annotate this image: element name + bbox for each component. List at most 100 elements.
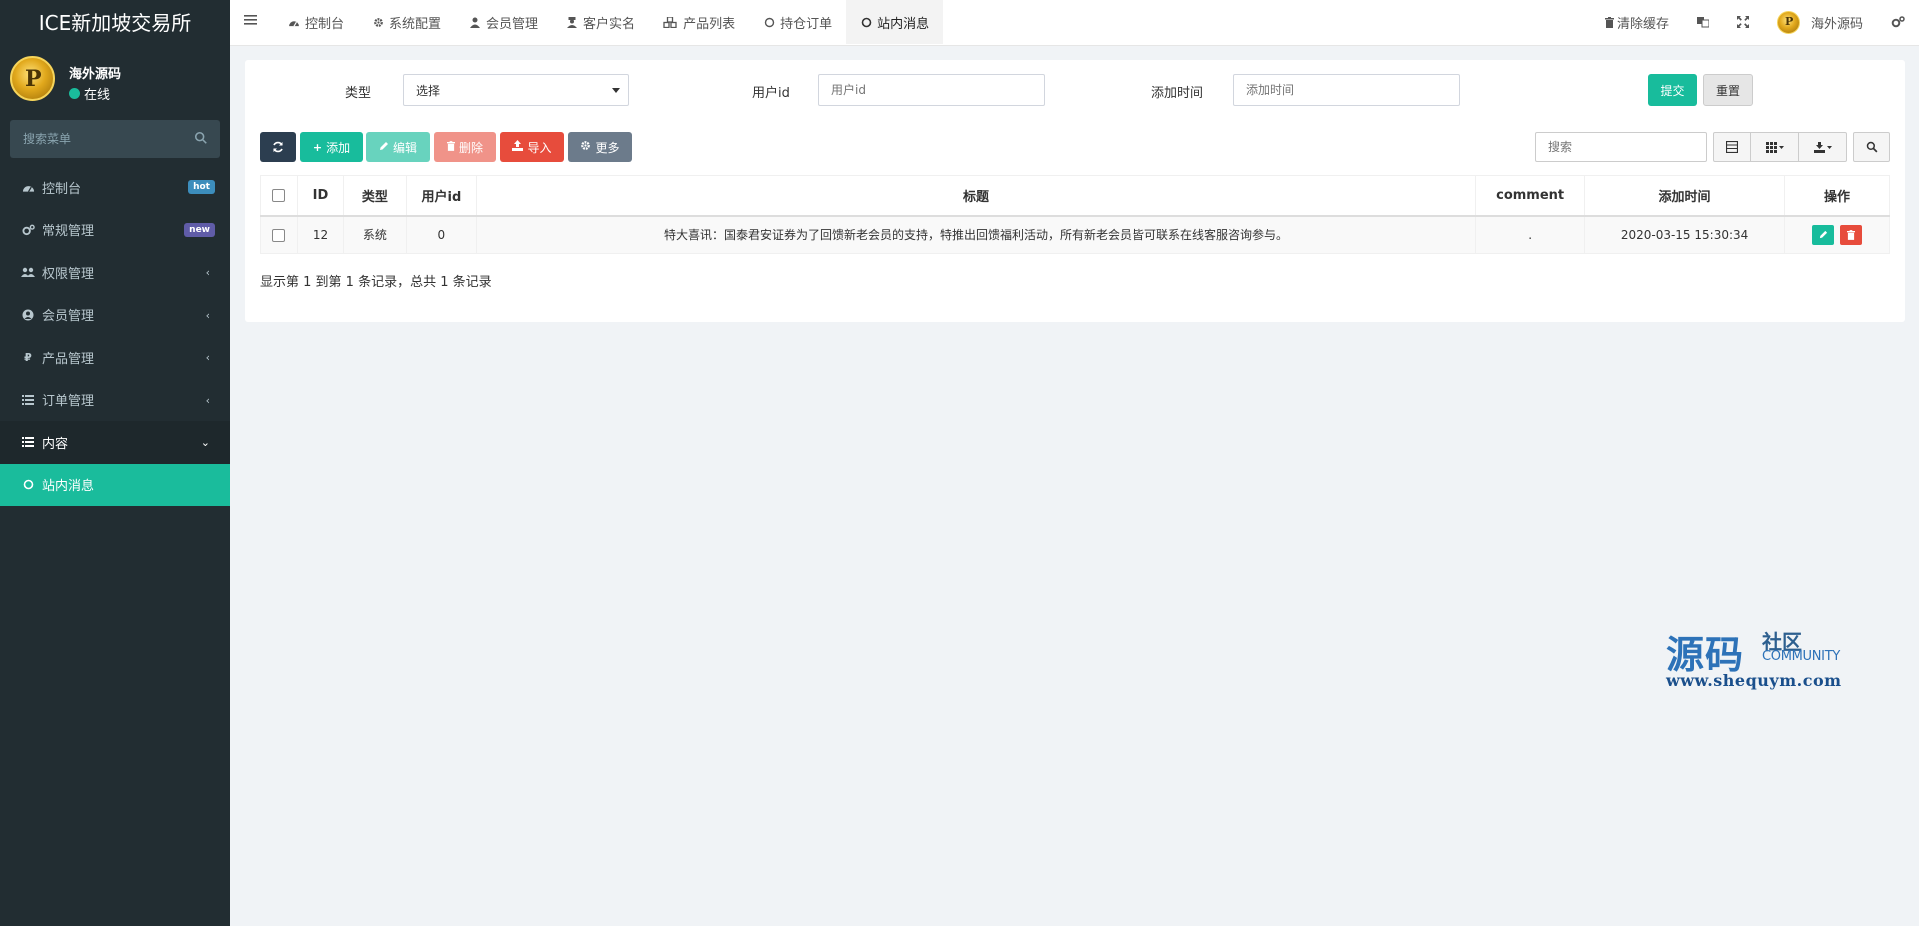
messages-table: ID 类型 用户id 标题 comment 添加时间 操作 12 系统 0 特大… bbox=[260, 175, 1890, 254]
delete-button[interactable]: 删除 bbox=[434, 132, 496, 162]
app-logo-title[interactable]: ICE新加坡交易所 bbox=[0, 0, 230, 43]
tab-dashboard[interactable]: 控制台 bbox=[274, 0, 358, 44]
reset-button[interactable]: 重置 bbox=[1703, 74, 1753, 106]
user-panel: P 海外源码 在线 bbox=[0, 43, 230, 120]
language-button[interactable] bbox=[1683, 0, 1723, 44]
filter-form: 类型 选择 用户id 添加时间 提交 重置 bbox=[245, 74, 1905, 106]
add-button[interactable]: + 添加 bbox=[300, 132, 363, 162]
table-search-input[interactable] bbox=[1535, 132, 1707, 162]
cell-actions bbox=[1784, 215, 1890, 254]
circle-icon bbox=[21, 478, 35, 492]
col-header-userid[interactable]: 用户id bbox=[405, 175, 477, 217]
plus-icon: + bbox=[312, 140, 323, 154]
clear-cache-button[interactable]: 清除缓存 bbox=[1591, 0, 1683, 44]
chevron-left-icon: ‹ bbox=[205, 308, 210, 322]
edit-button[interactable]: 编辑 bbox=[366, 132, 430, 162]
settings-button[interactable] bbox=[1877, 0, 1919, 44]
download-icon bbox=[1813, 141, 1832, 153]
tab-product-list[interactable]: 产品列表 bbox=[649, 0, 749, 44]
pencil-icon bbox=[379, 141, 389, 154]
tab-member-management[interactable]: 会员管理 bbox=[455, 0, 552, 44]
cubes-icon bbox=[663, 16, 678, 28]
userid-input[interactable] bbox=[818, 74, 1045, 106]
caret-down-icon bbox=[612, 88, 620, 93]
gear-icon bbox=[372, 16, 384, 28]
chevron-left-icon: ‹ bbox=[205, 351, 210, 364]
pagination-summary: 显示第 1 到第 1 条记录，总共 1 条记录 bbox=[260, 275, 492, 290]
advanced-search-button[interactable] bbox=[1853, 132, 1890, 162]
trash-icon bbox=[446, 140, 455, 154]
gear-icon bbox=[580, 140, 591, 154]
fullscreen-button[interactable] bbox=[1723, 0, 1763, 44]
new-badge: new bbox=[184, 222, 215, 237]
col-header-comment[interactable]: comment bbox=[1475, 175, 1586, 217]
chevron-left-icon: ‹ bbox=[205, 393, 210, 407]
user-menu[interactable]: P 海外源码 bbox=[1763, 0, 1877, 44]
toggle-view-button[interactable] bbox=[1713, 132, 1751, 162]
user-name: 海外源码 bbox=[69, 67, 122, 82]
sidebar-menu: 控制台 hot 常规管理 new 权限管理 ‹ 会员管理 ‹ ₽ 产品管理 ‹ … bbox=[0, 166, 230, 506]
sidebar-search-input[interactable] bbox=[10, 120, 220, 158]
row-checkbox[interactable] bbox=[272, 228, 286, 242]
col-header-id[interactable]: ID bbox=[296, 175, 344, 217]
col-header-addtime[interactable]: 添加时间 bbox=[1584, 175, 1785, 217]
export-dropdown-button[interactable] bbox=[1798, 132, 1847, 162]
row-delete-button[interactable] bbox=[1839, 224, 1862, 245]
tab-customer-realname[interactable]: 客户实名 bbox=[552, 0, 649, 44]
search-icon bbox=[1866, 141, 1878, 153]
sidebar-item-content[interactable]: 内容 ⌄ bbox=[0, 421, 230, 464]
user-secret-icon bbox=[566, 16, 578, 28]
tab-site-messages[interactable]: 站内消息 bbox=[846, 0, 944, 44]
sidebar-item-members[interactable]: 会员管理 ‹ bbox=[0, 294, 230, 337]
addtime-label: 添加时间 bbox=[1151, 86, 1204, 101]
chevron-left-icon: ‹ bbox=[205, 266, 210, 279]
sidebar-item-products[interactable]: ₽ 产品管理 ‹ bbox=[0, 336, 230, 379]
language-icon bbox=[1696, 16, 1709, 28]
online-dot-icon bbox=[69, 88, 80, 99]
user-circle-icon bbox=[21, 308, 35, 322]
type-select[interactable]: 选择 bbox=[403, 74, 629, 106]
cell-userid: 0 bbox=[405, 215, 477, 254]
content-panel: 类型 选择 用户id 添加时间 提交 重置 + 添加 编辑 删除 导入 bbox=[245, 60, 1905, 322]
more-button[interactable]: 更多 bbox=[568, 132, 632, 162]
refresh-button[interactable] bbox=[260, 132, 296, 162]
cogs-icon bbox=[1891, 16, 1905, 28]
refresh-icon bbox=[272, 141, 284, 153]
col-header-title[interactable]: 标题 bbox=[475, 175, 1477, 217]
list-icon bbox=[21, 435, 35, 449]
sidebar-item-dashboard[interactable]: 控制台 hot bbox=[0, 166, 230, 209]
sidebar-item-general[interactable]: 常规管理 new bbox=[0, 209, 230, 252]
dashboard-icon bbox=[288, 16, 300, 28]
tab-system-config[interactable]: 系统配置 bbox=[358, 0, 455, 44]
sidebar-item-site-messages[interactable]: 站内消息 bbox=[0, 463, 230, 506]
circle-icon bbox=[860, 16, 872, 28]
watermark-logo: 源码 社区 COMMUNITY www.shequym.com bbox=[1666, 630, 1842, 690]
userid-label: 用户id bbox=[752, 86, 790, 101]
top-navbar: 控制台 系统配置 会员管理 客户实名 产品列表 持仓订单 站内消息 清除缓存 P… bbox=[230, 0, 1919, 46]
table-row: 12 系统 0 特大喜讯：国泰君安证券为了回馈新老会员的支持，特推出回馈福利活动… bbox=[260, 215, 1890, 254]
submit-button[interactable]: 提交 bbox=[1648, 74, 1697, 106]
sidebar-item-permissions[interactable]: 权限管理 ‹ bbox=[0, 251, 230, 294]
upload-icon bbox=[512, 140, 524, 154]
columns-dropdown-button[interactable] bbox=[1750, 132, 1799, 162]
import-button[interactable]: 导入 bbox=[500, 132, 564, 162]
hamburger-menu-icon[interactable] bbox=[244, 13, 258, 27]
cell-title: 特大喜讯：国泰君安证券为了回馈新老会员的支持，特推出回馈福利活动，所有新老会员皆… bbox=[475, 215, 1477, 254]
trash-icon bbox=[1846, 229, 1855, 240]
addtime-input[interactable] bbox=[1233, 74, 1460, 106]
table-view-icon bbox=[1726, 141, 1738, 153]
cell-addtime: 2020-03-15 15:30:34 bbox=[1584, 215, 1785, 254]
select-all-checkbox[interactable] bbox=[272, 188, 286, 202]
row-edit-button[interactable] bbox=[1812, 224, 1835, 245]
search-icon[interactable] bbox=[194, 131, 208, 145]
user-avatar: P bbox=[10, 56, 55, 101]
grid-icon bbox=[1765, 141, 1784, 153]
tab-position-orders[interactable]: 持仓订单 bbox=[749, 0, 846, 44]
col-header-type[interactable]: 类型 bbox=[342, 175, 407, 217]
user-status: 在线 bbox=[69, 84, 110, 103]
cell-comment: . bbox=[1475, 215, 1586, 254]
sidebar-item-orders[interactable]: 订单管理 ‹ bbox=[0, 379, 230, 422]
cogs-icon bbox=[21, 223, 35, 237]
dashboard-icon bbox=[21, 180, 35, 194]
user-icon bbox=[469, 16, 481, 28]
